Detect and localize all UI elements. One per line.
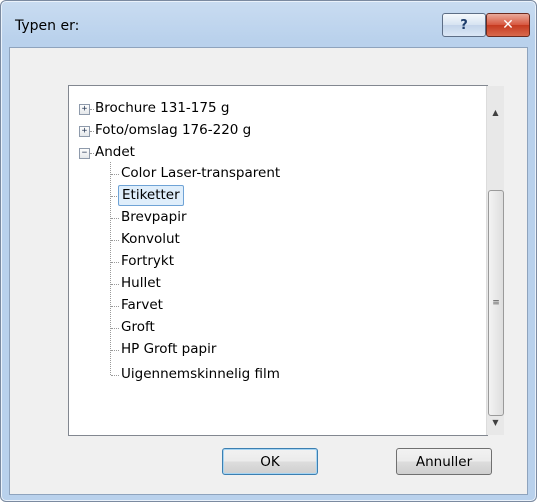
tree-item-hp-groft-papir[interactable]: HP Groft papir (121, 340, 216, 359)
tree-connector (111, 174, 119, 175)
tree-connector (111, 262, 119, 263)
tree-item-etiketter[interactable]: Etiketter (118, 185, 184, 206)
tree-connector (111, 218, 119, 219)
tree-item-groft[interactable]: Groft (121, 318, 155, 337)
help-button[interactable]: ? (442, 13, 486, 37)
paper-type-tree[interactable]: + Brochure 131-175 g + Foto/omslag 176-2… (68, 85, 504, 436)
tree-item-hullet[interactable]: Hullet (121, 274, 161, 293)
tree-item-uigennemskinnelig-film[interactable]: Uigennemskinnelig film (121, 365, 280, 384)
dialog-window: Typen er: ? ✕ + Brochure 131-175 g + Fot… (0, 0, 537, 502)
collapse-icon[interactable]: − (79, 148, 90, 159)
expand-icon[interactable]: + (79, 104, 90, 115)
tree-connector (111, 375, 119, 376)
tree-connector (90, 131, 94, 132)
tree-item-konvolut[interactable]: Konvolut (121, 230, 180, 249)
tree-connector (90, 109, 94, 110)
scroll-down-arrow-icon[interactable]: ▼ (487, 414, 504, 431)
close-button[interactable]: ✕ (486, 13, 530, 37)
scroll-up-arrow-icon[interactable]: ▲ (487, 104, 504, 121)
tree-connector (90, 153, 94, 154)
tree-connector (111, 284, 119, 285)
tree-item-brevpapir[interactable]: Brevpapir (121, 208, 187, 227)
tree-connector (111, 196, 117, 197)
cancel-button[interactable]: Annuller (396, 448, 492, 475)
tree-item-foto-omslag[interactable]: Foto/omslag 176-220 g (95, 121, 251, 140)
ok-button[interactable]: OK (222, 448, 318, 475)
grip-icon: ≡ (492, 298, 500, 308)
dialog-body: + Brochure 131-175 g + Foto/omslag 176-2… (9, 47, 528, 495)
tree-item-brochure[interactable]: Brochure 131-175 g (95, 99, 229, 118)
tree-item-andet[interactable]: Andet (95, 143, 135, 162)
help-icon: ? (460, 17, 468, 33)
tree-connector (111, 350, 119, 351)
tree-item-color-laser-transparent[interactable]: Color Laser-transparent (121, 164, 280, 183)
tree-connector (111, 328, 119, 329)
scrollbar-thumb[interactable]: ≡ (488, 190, 504, 416)
expand-icon[interactable]: + (79, 126, 90, 137)
tree-item-farvet[interactable]: Farvet (121, 296, 163, 315)
title-bar: Typen er: ? ✕ (1, 1, 536, 49)
dialog-title: Typen er: (15, 18, 80, 34)
close-icon: ✕ (502, 17, 514, 33)
tree-item-fortrykt[interactable]: Fortrykt (121, 252, 174, 271)
vertical-scrollbar[interactable]: ▲ ≡ ▼ (486, 86, 504, 435)
tree-connector (110, 162, 111, 375)
tree-connector (111, 306, 119, 307)
tree-connector (111, 240, 119, 241)
